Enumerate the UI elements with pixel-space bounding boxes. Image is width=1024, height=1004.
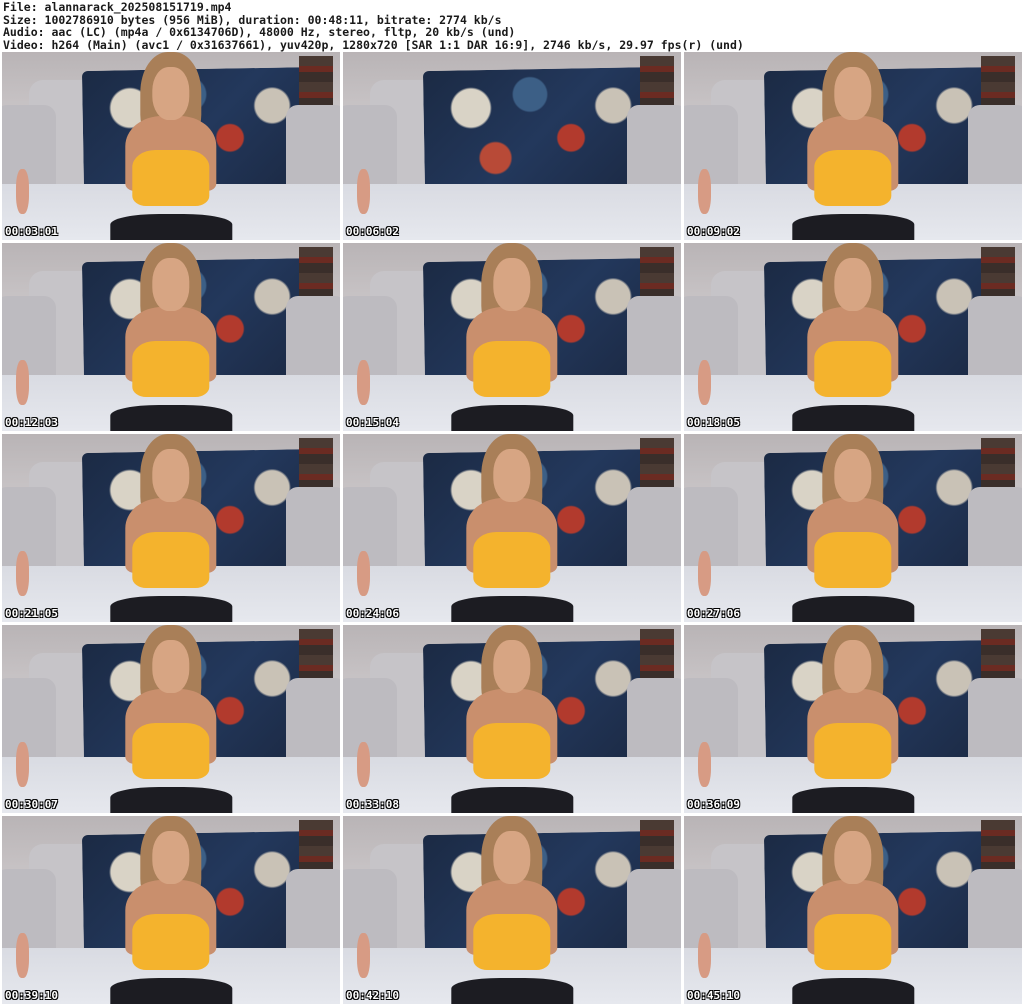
thumbnail-image: [343, 243, 681, 431]
thumbnail-timestamp: 00:09:02: [687, 225, 740, 238]
thumbnail-image: [343, 434, 681, 622]
thumbnail-grid: 00:03:01 00:06:02 00:09:02 00:12:03 00:15:04…: [2, 52, 1022, 1004]
thumbnail-image: [684, 434, 1022, 622]
video-info-line: Video: h264 (Main) (avc1 / 0x31637661), …: [3, 37, 744, 52]
thumbnail-image: [684, 816, 1022, 1004]
file-name-line: File: alannarack_202508151719.mp4: [3, 0, 232, 14]
video-thumbnail[interactable]: 00:21:05: [2, 434, 340, 622]
video-thumbnail[interactable]: 00:24:06: [343, 434, 681, 622]
audio-info-line: Audio: aac (LC) (mp4a / 0x6134706D), 480…: [3, 25, 516, 39]
thumbnail-image: [343, 625, 681, 813]
thumbnail-timestamp: 00:15:04: [346, 416, 399, 429]
video-thumbnail[interactable]: 00:30:07: [2, 625, 340, 813]
thumbnail-image: [2, 243, 340, 431]
thumbnail-timestamp: 00:12:03: [5, 416, 58, 429]
thumbnail-timestamp: 00:21:05: [5, 607, 58, 620]
video-thumbnail[interactable]: 00:39:10: [2, 816, 340, 1004]
thumbnail-image: [2, 625, 340, 813]
thumbnail-image: [684, 243, 1022, 431]
video-thumbnail[interactable]: 00:09:02: [684, 52, 1022, 240]
video-thumbnail[interactable]: 00:33:08: [343, 625, 681, 813]
video-thumbnail[interactable]: 00:15:04: [343, 243, 681, 431]
video-thumbnail[interactable]: 00:12:03: [2, 243, 340, 431]
thumbnail-image: [343, 816, 681, 1004]
thumbnail-timestamp: 00:33:08: [346, 798, 399, 811]
thumbnail-image: [684, 625, 1022, 813]
thumbnail-timestamp: 00:06:02: [346, 225, 399, 238]
thumbnail-timestamp: 00:27:06: [687, 607, 740, 620]
video-thumbnail[interactable]: 00:45:10: [684, 816, 1022, 1004]
thumbnail-timestamp: 00:45:10: [687, 989, 740, 1002]
thumbnail-image: [343, 52, 681, 240]
thumbnail-timestamp: 00:39:10: [5, 989, 58, 1002]
video-thumbnail[interactable]: 00:27:06: [684, 434, 1022, 622]
thumbnail-image: [2, 52, 340, 240]
thumbnail-image: [684, 52, 1022, 240]
file-info-header: File: alannarack_202508151719.mp4 Size: …: [3, 1, 744, 51]
thumbnail-timestamp: 00:18:05: [687, 416, 740, 429]
video-thumbnail[interactable]: 00:03:01: [2, 52, 340, 240]
thumbnail-image: [2, 434, 340, 622]
thumbnail-timestamp: 00:30:07: [5, 798, 58, 811]
thumbnail-timestamp: 00:03:01: [5, 225, 58, 238]
thumbnail-image: [2, 816, 340, 1004]
video-thumbnail[interactable]: 00:06:02: [343, 52, 681, 240]
thumbnail-timestamp: 00:36:09: [687, 798, 740, 811]
video-thumbnail[interactable]: 00:36:09: [684, 625, 1022, 813]
thumbnail-timestamp: 00:24:06: [346, 607, 399, 620]
thumbnail-timestamp: 00:42:10: [346, 989, 399, 1002]
video-thumbnail[interactable]: 00:18:05: [684, 243, 1022, 431]
video-thumbnail[interactable]: 00:42:10: [343, 816, 681, 1004]
